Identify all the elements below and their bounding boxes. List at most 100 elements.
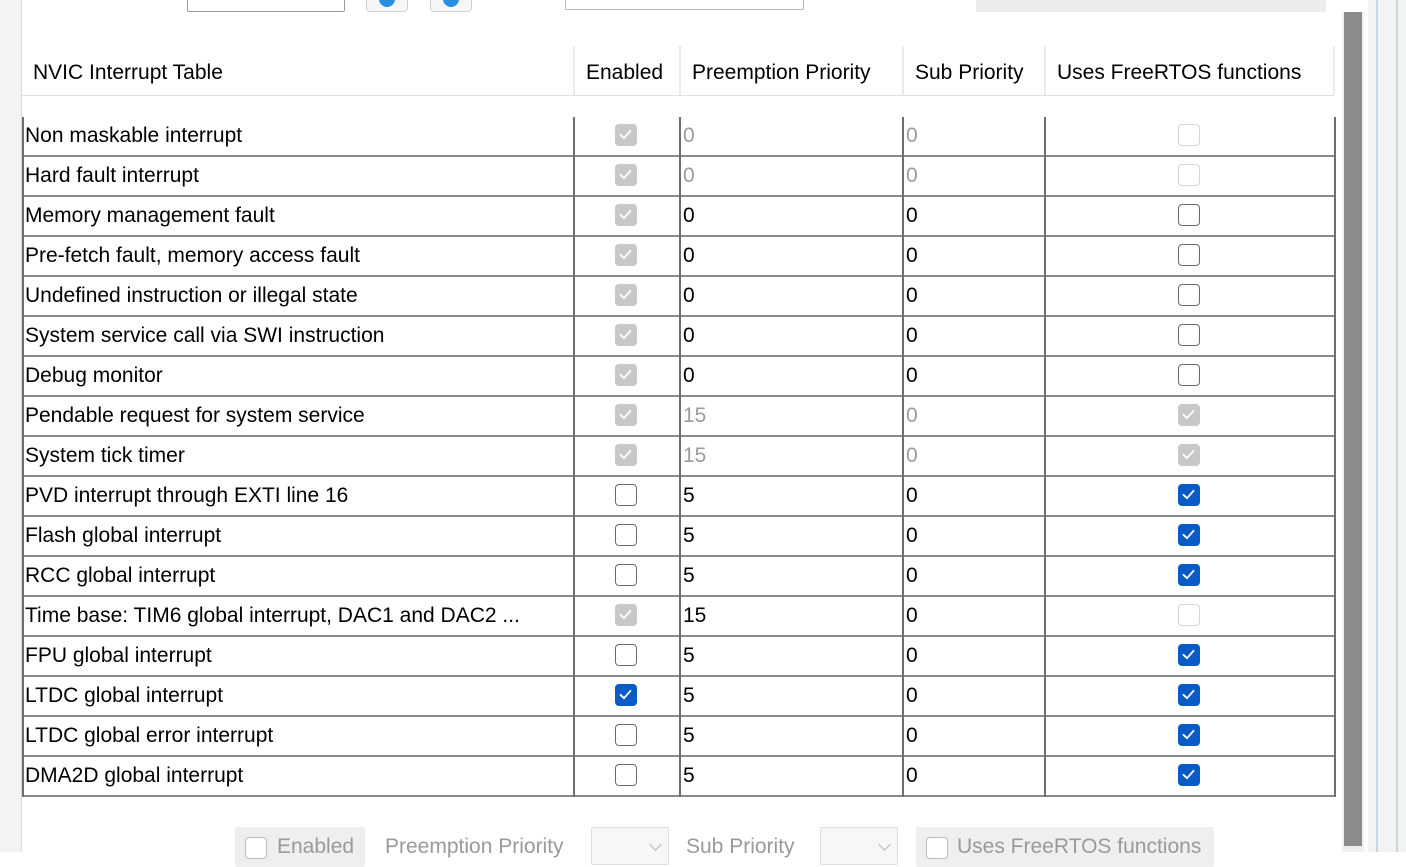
frame-edge: [1396, 0, 1398, 852]
sub-priority-value[interactable]: 0: [906, 557, 1041, 595]
enabled-checkbox[interactable]: [615, 764, 637, 786]
sub-priority-value[interactable]: 0: [906, 437, 1041, 475]
toolbar-button-1[interactable]: [366, 0, 408, 12]
preemption-priority-value[interactable]: 15: [683, 597, 898, 635]
sub-priority-value[interactable]: 0: [906, 517, 1041, 555]
enabled-checkbox[interactable]: [615, 644, 637, 666]
interrupt-name: Flash global interrupt: [25, 524, 222, 547]
enabled-checkbox: [615, 284, 637, 306]
sub-priority-value[interactable]: 0: [906, 477, 1041, 515]
preemption-priority-value[interactable]: 15: [683, 437, 898, 475]
interrupt-name: System service call via SWI instruction: [25, 324, 385, 347]
window-frame-right: [1368, 0, 1406, 852]
column-header-preemption[interactable]: Preemption Priority: [681, 46, 902, 95]
freertos-checkbox: [1178, 604, 1200, 626]
bottom-sub-priority-select[interactable]: [820, 827, 898, 865]
interrupt-name: Pre-fetch fault, memory access fault: [25, 244, 360, 267]
sub-priority-value[interactable]: 0: [906, 757, 1041, 795]
enabled-checkbox[interactable]: [615, 684, 637, 706]
grid-line: [1044, 117, 1046, 797]
grid-line: [573, 117, 575, 797]
preemption-priority-value[interactable]: 0: [683, 237, 898, 275]
filter-checkbox-group[interactable]: [976, 0, 1326, 12]
freertos-checkbox[interactable]: [1178, 484, 1200, 506]
preemption-priority-value[interactable]: 5: [683, 517, 898, 555]
bottom-enabled-label: Enabled: [277, 835, 355, 858]
column-header-name[interactable]: NVIC Interrupt Table: [22, 46, 573, 95]
freertos-checkbox[interactable]: [1178, 204, 1200, 226]
freertos-checkbox[interactable]: [1178, 564, 1200, 586]
sub-priority-value[interactable]: 0: [906, 597, 1041, 635]
interrupt-name: LTDC global error interrupt: [25, 724, 274, 747]
bottom-sub-priority-label: Sub Priority: [686, 835, 795, 858]
grid-line: [1334, 117, 1336, 797]
enabled-checkbox: [615, 164, 637, 186]
freertos-checkbox[interactable]: [1178, 644, 1200, 666]
column-header-sub-priority[interactable]: Sub Priority: [904, 46, 1044, 95]
freertos-checkbox[interactable]: [1178, 764, 1200, 786]
interrupt-name: Memory management fault: [25, 204, 275, 227]
freertos-checkbox[interactable]: [1178, 324, 1200, 346]
grid-line: [902, 117, 904, 797]
search-input[interactable]: [187, 0, 345, 12]
enabled-checkbox[interactable]: [615, 484, 637, 506]
interrupt-name: Non maskable interrupt: [25, 124, 243, 147]
chevron-down-icon: [649, 838, 662, 851]
column-header-freertos[interactable]: Uses FreeRTOS functions: [1046, 46, 1334, 95]
freertos-checkbox[interactable]: [1178, 684, 1200, 706]
sub-priority-value[interactable]: 0: [906, 357, 1041, 395]
sub-priority-value[interactable]: 0: [906, 677, 1041, 715]
preemption-priority-value[interactable]: 0: [683, 197, 898, 235]
interrupt-name: System tick timer: [25, 444, 185, 467]
freertos-checkbox: [1178, 404, 1200, 426]
enabled-checkbox[interactable]: [615, 524, 637, 546]
preemption-priority-value[interactable]: 0: [683, 277, 898, 315]
sub-priority-value[interactable]: 0: [906, 197, 1041, 235]
chevron-down-icon: [878, 838, 891, 851]
interrupt-name: Debug monitor: [25, 364, 163, 387]
freertos-checkbox[interactable]: [1178, 724, 1200, 746]
bottom-preemption-select[interactable]: [591, 827, 669, 865]
interrupt-name: Time base: TIM6 global interrupt, DAC1 a…: [25, 604, 520, 627]
preemption-priority-value[interactable]: 5: [683, 677, 898, 715]
grid-line: [679, 117, 681, 797]
vertical-scrollbar[interactable]: [1342, 12, 1364, 852]
freertos-checkbox[interactable]: [1178, 244, 1200, 266]
scrollbar-thumb[interactable]: [1344, 12, 1362, 846]
bottom-freertos-checkbox[interactable]: [926, 837, 948, 859]
freertos-checkbox[interactable]: [1178, 524, 1200, 546]
preemption-priority-value[interactable]: 0: [683, 117, 898, 155]
preemption-priority-value[interactable]: 0: [683, 157, 898, 195]
freertos-checkbox[interactable]: [1178, 284, 1200, 306]
column-divider: [1333, 46, 1335, 95]
column-header-enabled[interactable]: Enabled: [575, 46, 679, 95]
enabled-checkbox[interactable]: [615, 564, 637, 586]
enabled-checkbox[interactable]: [615, 724, 637, 746]
preemption-priority-value[interactable]: 5: [683, 757, 898, 795]
freertos-checkbox[interactable]: [1178, 364, 1200, 386]
preemption-priority-value[interactable]: 0: [683, 357, 898, 395]
freertos-checkbox: [1178, 124, 1200, 146]
preemption-priority-value[interactable]: 15: [683, 397, 898, 435]
preemption-priority-value[interactable]: 5: [683, 557, 898, 595]
preemption-priority-value[interactable]: 5: [683, 477, 898, 515]
sub-priority-value[interactable]: 0: [906, 317, 1041, 355]
grid-line: [22, 117, 24, 797]
sub-priority-value[interactable]: 0: [906, 157, 1041, 195]
interrupt-name: DMA2D global interrupt: [25, 764, 244, 787]
sub-priority-value[interactable]: 0: [906, 717, 1041, 755]
interrupt-name: RCC global interrupt: [25, 564, 216, 587]
row-editor-bar: Enabled Preemption Priority Sub Priority…: [22, 797, 1344, 867]
sub-priority-value[interactable]: 0: [906, 637, 1041, 675]
preemption-priority-value[interactable]: 5: [683, 717, 898, 755]
sub-priority-value[interactable]: 0: [906, 237, 1041, 275]
sub-priority-value[interactable]: 0: [906, 397, 1041, 435]
sub-priority-value[interactable]: 0: [906, 117, 1041, 155]
filter-select[interactable]: [565, 0, 804, 10]
interrupt-name: Hard fault interrupt: [25, 164, 199, 187]
preemption-priority-value[interactable]: 0: [683, 317, 898, 355]
sub-priority-value[interactable]: 0: [906, 277, 1041, 315]
bottom-enabled-checkbox[interactable]: [245, 837, 267, 859]
preemption-priority-value[interactable]: 5: [683, 637, 898, 675]
toolbar-button-2[interactable]: [430, 0, 472, 12]
